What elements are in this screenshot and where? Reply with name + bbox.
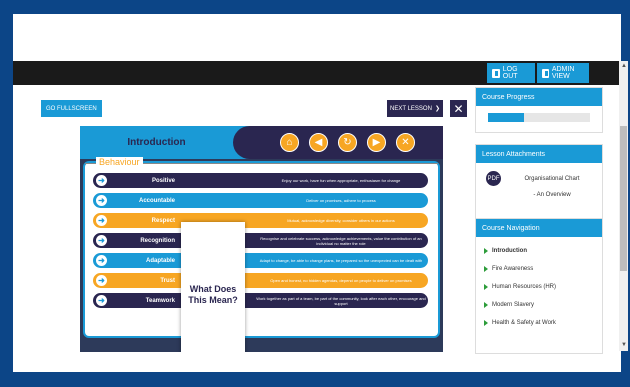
- nav-item-label: Fire Awareness: [492, 266, 534, 272]
- admin-view-button[interactable]: ADMIN VIEW: [537, 63, 589, 83]
- arrow-right-icon: ➜: [96, 195, 107, 206]
- nav-item-label: Modern Slavery: [492, 302, 535, 308]
- replay-icon[interactable]: ↻: [338, 133, 357, 152]
- forward-icon[interactable]: ▶: [367, 133, 386, 152]
- triangle-right-icon: [484, 284, 488, 290]
- progress-fill: [488, 113, 524, 122]
- behaviour-description: Open and honest, no hidden agendas, depe…: [270, 278, 412, 283]
- logout-icon: [492, 68, 500, 78]
- behaviour-row[interactable]: ➜ Trust Open and honest, no hidden agendas…: [93, 273, 428, 288]
- scroll-up-icon[interactable]: ▲: [621, 63, 627, 69]
- behaviour-label: Accountable: [138, 197, 175, 204]
- behaviour-row[interactable]: ➜ Adaptable Adapt to change, be able to ch…: [93, 253, 428, 268]
- fullscreen-button[interactable]: GO FULLSCREEN: [41, 100, 102, 117]
- triangle-right-icon: [484, 320, 488, 326]
- behaviour-row[interactable]: ➜ Teamwork Work together as part of a team…: [93, 293, 428, 308]
- nav-item-label: Health & Safety at Work: [492, 320, 556, 326]
- behaviour-row[interactable]: ➜ Positive Enjoy our work, have fun when a…: [93, 173, 428, 188]
- course-navigation-panel: Course Navigation Introduction Fire Aware…: [475, 218, 603, 354]
- arrow-right-icon: ➜: [96, 255, 107, 266]
- triangle-right-icon: [484, 248, 488, 254]
- behaviour-board: Behaviour ➜ Positive Enjoy our work, have …: [83, 157, 440, 352]
- close-button[interactable]: ✕: [450, 100, 467, 117]
- what-does-this-mean-card[interactable]: What Does This Mean?: [181, 222, 245, 352]
- lesson-attachments-panel: Lesson Attachments PDF Organisational Ch…: [475, 144, 603, 222]
- arrow-right-icon: ➜: [96, 235, 107, 246]
- admin-icon: [542, 68, 549, 78]
- lesson-attachments-title: Lesson Attachments: [476, 145, 602, 163]
- behaviour-label: Teamwork: [145, 297, 175, 304]
- behaviour-label: Respect: [151, 217, 175, 224]
- triangle-right-icon: [484, 302, 488, 308]
- nav-item[interactable]: Human Resources (HR): [484, 278, 602, 296]
- behaviour-description: Enjoy our work, have fun when appropriat…: [281, 178, 401, 183]
- close-icon[interactable]: ✕: [396, 133, 415, 152]
- next-lesson-button[interactable]: NEXT LESSON ❯: [387, 100, 443, 117]
- behaviour-row[interactable]: ➜ Respect Mutual, acknowledge diversity, c…: [93, 213, 428, 228]
- scrollbar-thumb[interactable]: [620, 126, 627, 271]
- course-navigation-list: Introduction Fire Awareness Human Resource…: [476, 237, 602, 332]
- progress-bar: [488, 113, 590, 122]
- behaviour-label: Trust: [160, 277, 175, 284]
- app-frame: LOG OUT ADMIN VIEW ▲ ▼ GO FULLSCREEN NEX…: [13, 14, 628, 372]
- pdf-icon: PDF: [486, 171, 501, 186]
- triangle-right-icon: [484, 266, 488, 272]
- lesson-header: Introduction ⌂ ◀ ↻ ▶ ✕: [80, 126, 443, 159]
- scroll-down-icon[interactable]: ▼: [621, 342, 627, 348]
- nav-item[interactable]: Introduction: [484, 242, 602, 260]
- nav-item[interactable]: Modern Slavery: [484, 296, 602, 314]
- behaviour-label: Adaptable: [145, 257, 175, 264]
- behaviour-label: Positive: [151, 177, 175, 184]
- behaviour-description: Work together as part of a team, be part…: [256, 295, 426, 306]
- admin-label: ADMIN VIEW: [551, 66, 575, 80]
- arrow-right-icon: ➜: [96, 295, 107, 306]
- next-lesson-label: NEXT LESSON: [390, 105, 432, 112]
- back-icon[interactable]: ◀: [309, 133, 328, 152]
- lesson-player: Introduction ⌂ ◀ ↻ ▶ ✕ Behaviour ➜ Positive En…: [80, 126, 443, 352]
- attachment-subtitle[interactable]: - An Overview: [507, 187, 597, 203]
- course-navigation-title: Course Navigation: [476, 219, 602, 237]
- course-progress-title: Course Progress: [476, 88, 602, 106]
- behaviour-row[interactable]: ➜ Recognition Recognise and celebrate succ…: [93, 233, 428, 248]
- behaviour-description: Deliver on promises, adhere to process: [306, 198, 376, 203]
- course-progress-panel: Course Progress: [475, 87, 603, 133]
- chevron-right-icon: ❯: [434, 106, 440, 112]
- section-title: Behaviour: [96, 157, 143, 167]
- behaviour-description: Adapt to change, be able to change plans…: [259, 258, 423, 263]
- nav-item[interactable]: Fire Awareness: [484, 260, 602, 278]
- arrow-right-icon: ➜: [96, 275, 107, 286]
- top-bar: LOG OUT ADMIN VIEW: [13, 61, 619, 85]
- behaviour-description: Mutual, acknowledge diversity, consider …: [287, 218, 395, 223]
- attachment-name[interactable]: Organisational Chart: [507, 171, 597, 187]
- nav-item-label: Introduction: [492, 248, 527, 254]
- home-icon[interactable]: ⌂: [280, 133, 299, 152]
- logout-label: LOG OUT: [502, 66, 518, 80]
- nav-item[interactable]: Health & Safety at Work: [484, 314, 602, 332]
- behaviour-label: Recognition: [140, 237, 175, 244]
- arrow-right-icon: ➜: [96, 175, 107, 186]
- logout-button[interactable]: LOG OUT: [487, 63, 535, 83]
- behaviour-row[interactable]: ➜ Accountable Deliver on promises, adhere …: [93, 193, 428, 208]
- nav-item-label: Human Resources (HR): [492, 284, 557, 290]
- attachment-item[interactable]: PDF Organisational Chart - An Overview: [476, 163, 602, 211]
- lesson-title: Introduction: [127, 137, 186, 148]
- arrow-right-icon: ➜: [96, 215, 107, 226]
- behaviour-description: Recognise and celebrate success, acknowl…: [260, 235, 422, 246]
